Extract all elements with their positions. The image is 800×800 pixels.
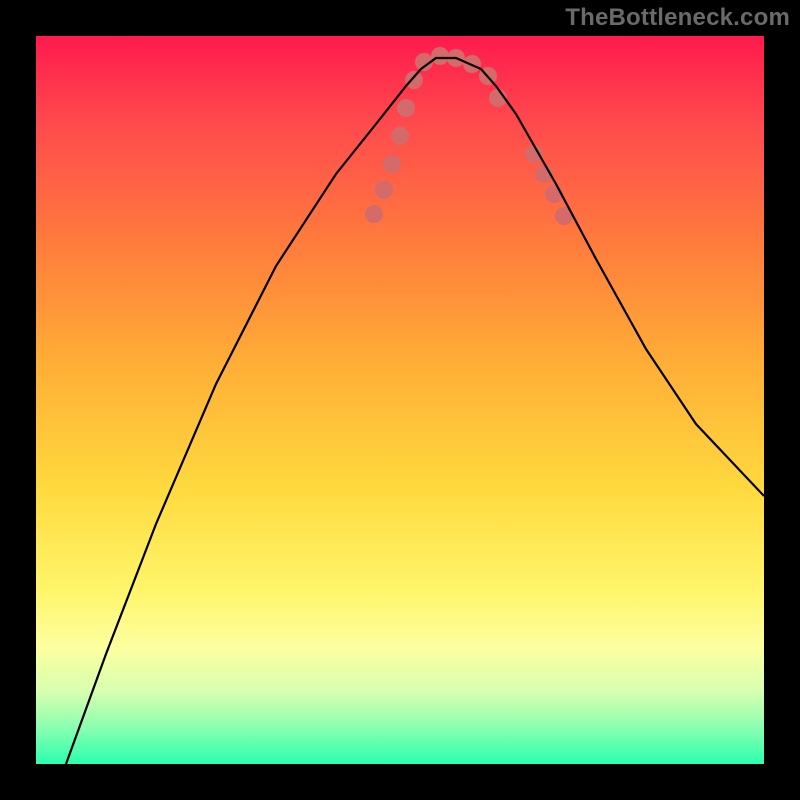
marker-dot bbox=[365, 205, 383, 223]
marker-dot bbox=[375, 181, 393, 199]
marker-layer bbox=[365, 47, 573, 225]
watermark-text: TheBottleneck.com bbox=[565, 4, 790, 32]
bottleneck-curve bbox=[66, 58, 764, 764]
marker-dot bbox=[391, 127, 409, 145]
chart-frame: TheBottleneck.com bbox=[0, 0, 800, 800]
chart-svg bbox=[36, 36, 764, 764]
marker-dot bbox=[383, 155, 401, 173]
marker-dot bbox=[405, 71, 423, 89]
plot-area bbox=[36, 36, 764, 764]
marker-dot bbox=[397, 99, 415, 117]
marker-dot bbox=[431, 47, 449, 65]
